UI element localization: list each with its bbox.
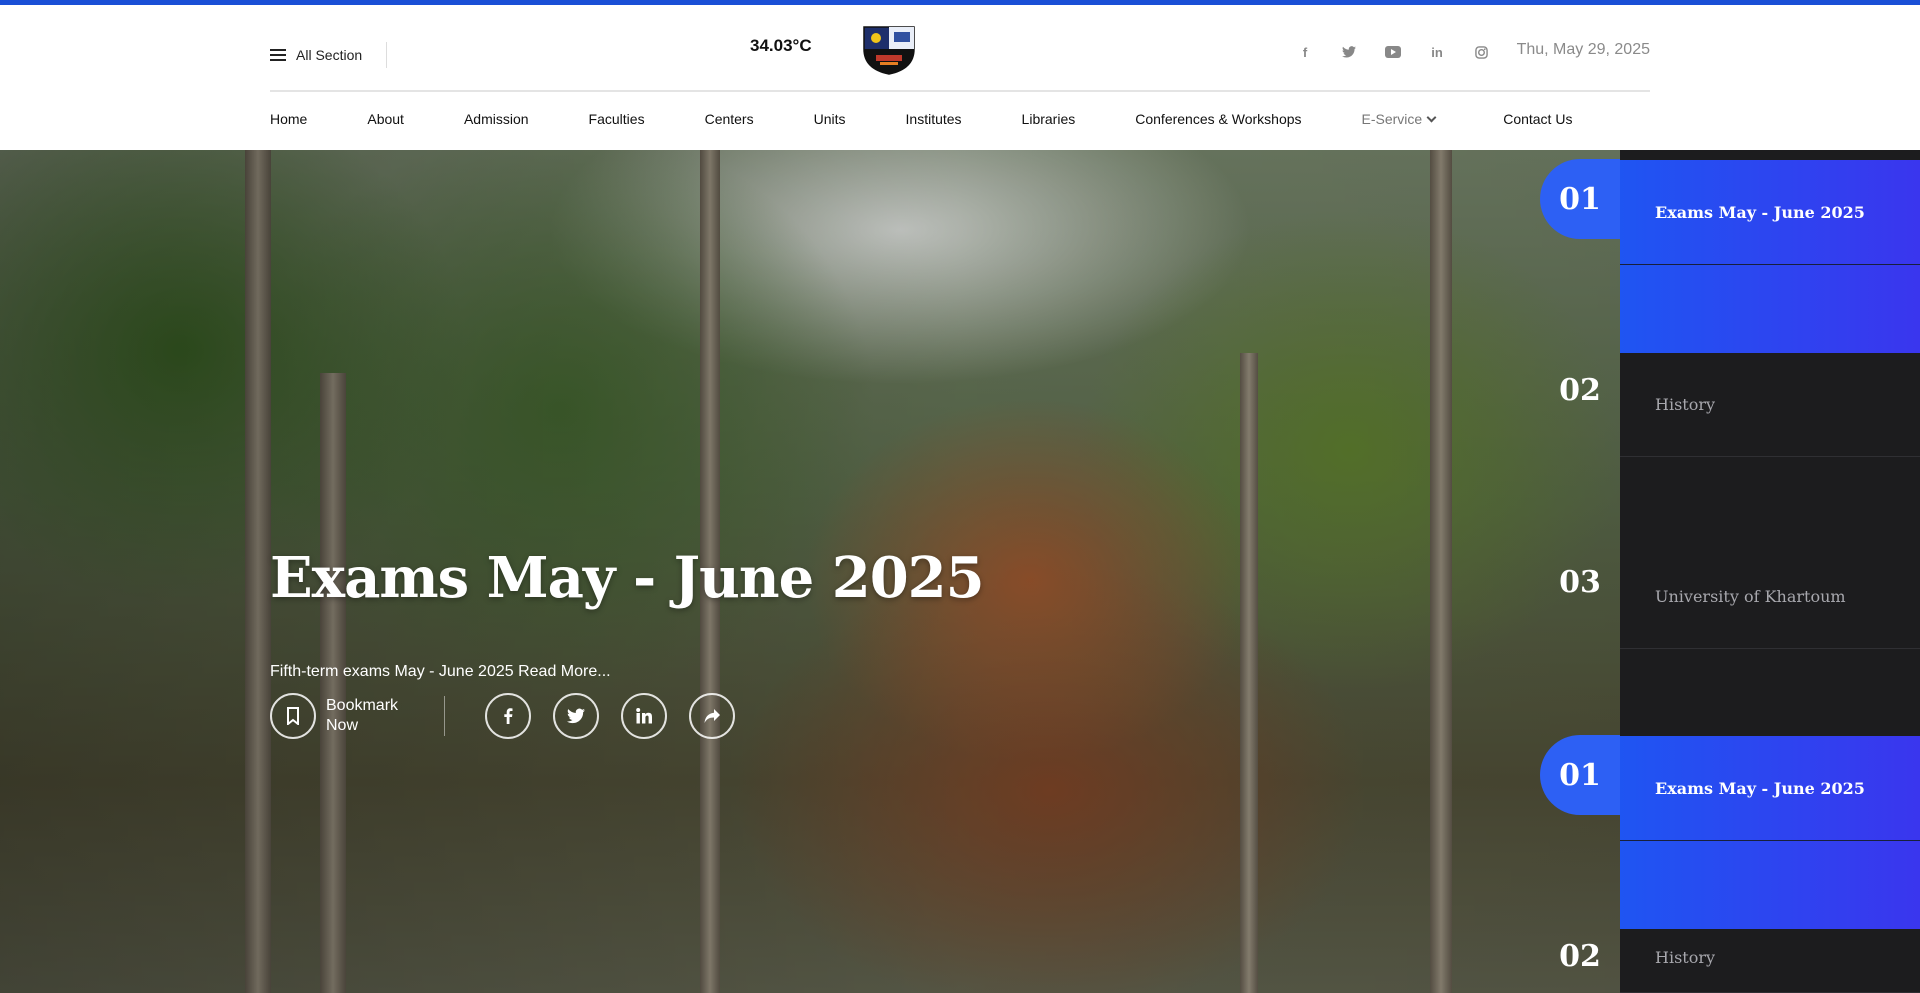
header-top-row: All Section 34.03°C f in Thu, May 29, 20… — [270, 5, 1650, 92]
social-links: f in — [1294, 41, 1492, 63]
all-section-button[interactable]: All Section — [270, 42, 388, 68]
slider-number[interactable]: 01 — [1540, 735, 1620, 815]
hero-title: Exams May - June 2025 — [270, 545, 985, 611]
facebook-share-icon[interactable] — [485, 693, 531, 739]
slider-item-history[interactable]: History — [1620, 352, 1920, 457]
university-logo[interactable] — [862, 25, 916, 75]
linkedin-icon[interactable]: in — [1426, 41, 1448, 63]
hero-actions: Bookmark Now — [270, 693, 735, 739]
linkedin-share-icon[interactable] — [621, 693, 667, 739]
nav-e-service-dropdown[interactable]: E-Service — [1361, 111, 1437, 127]
header-inner: All Section 34.03°C f in Thu, May 29, 20… — [270, 5, 1650, 150]
slider-number[interactable]: 03 — [1540, 542, 1620, 622]
slider-item-history[interactable]: History — [1620, 922, 1920, 993]
twitter-share-icon[interactable] — [553, 693, 599, 739]
instagram-icon[interactable] — [1470, 41, 1492, 63]
share-icon[interactable] — [689, 693, 735, 739]
nav-admission[interactable]: Admission — [464, 111, 529, 127]
main-nav: Home About Admission Faculties Centers U… — [270, 111, 1572, 127]
nav-units[interactable]: Units — [814, 111, 846, 127]
share-buttons — [485, 693, 735, 739]
bookmark-button[interactable]: Bookmark Now — [270, 693, 445, 739]
chevron-down-icon — [1426, 112, 1437, 122]
all-section-label: All Section — [296, 47, 363, 63]
slider-number[interactable]: 01 — [1540, 159, 1620, 239]
site-header: All Section 34.03°C f in Thu, May 29, 20… — [0, 5, 1920, 150]
slider-item-label: University of Khartoum — [1655, 586, 1846, 606]
slider-item-label: Exams May - June 2025 — [1655, 778, 1865, 798]
nav-libraries[interactable]: Libraries — [1022, 111, 1076, 127]
twitter-icon[interactable] — [1338, 41, 1360, 63]
slider-item-label: History — [1655, 394, 1716, 414]
youtube-icon[interactable] — [1382, 41, 1404, 63]
nav-contact-us[interactable]: Contact Us — [1503, 111, 1572, 127]
hero-subtitle: Fifth-term exams May - June 2025 Read Mo… — [270, 663, 611, 681]
temperature-readout: 34.03°C — [750, 36, 812, 55]
nav-centers[interactable]: Centers — [705, 111, 754, 127]
nav-conferences-workshops[interactable]: Conferences & Workshops — [1135, 111, 1301, 127]
bookmark-icon — [270, 693, 316, 739]
slider-item-progress — [1620, 265, 1920, 353]
bookmark-label-line2: Now — [326, 717, 359, 734]
slider-number[interactable]: 02 — [1540, 926, 1620, 986]
hero-subtitle-text: Fifth-term exams May - June 2025 — [270, 663, 514, 680]
menu-icon — [270, 49, 286, 61]
slider-item-progress — [1620, 841, 1920, 929]
bookmark-label-line1: Bookmark — [326, 697, 399, 714]
nav-institutes[interactable]: Institutes — [906, 111, 962, 127]
slider-number[interactable]: 02 — [1540, 350, 1620, 430]
slider-item-label: History — [1655, 947, 1716, 967]
facebook-icon[interactable]: f — [1294, 41, 1316, 63]
read-more-link[interactable]: Read More... — [518, 663, 610, 680]
nav-faculties[interactable]: Faculties — [589, 111, 645, 127]
nav-e-service-label: E-Service — [1361, 111, 1423, 127]
bookmark-label: Bookmark Now — [326, 696, 406, 736]
slider-item-exams[interactable]: Exams May - June 2025 — [1620, 160, 1920, 265]
slider-item-university[interactable]: University of Khartoum — [1620, 544, 1920, 649]
nav-about[interactable]: About — [367, 111, 404, 127]
current-date: Thu, May 29, 2025 — [1516, 41, 1650, 58]
nav-home[interactable]: Home — [270, 111, 307, 127]
slider-item-label: Exams May - June 2025 — [1655, 202, 1865, 222]
slider-item-exams[interactable]: Exams May - June 2025 — [1620, 736, 1920, 841]
